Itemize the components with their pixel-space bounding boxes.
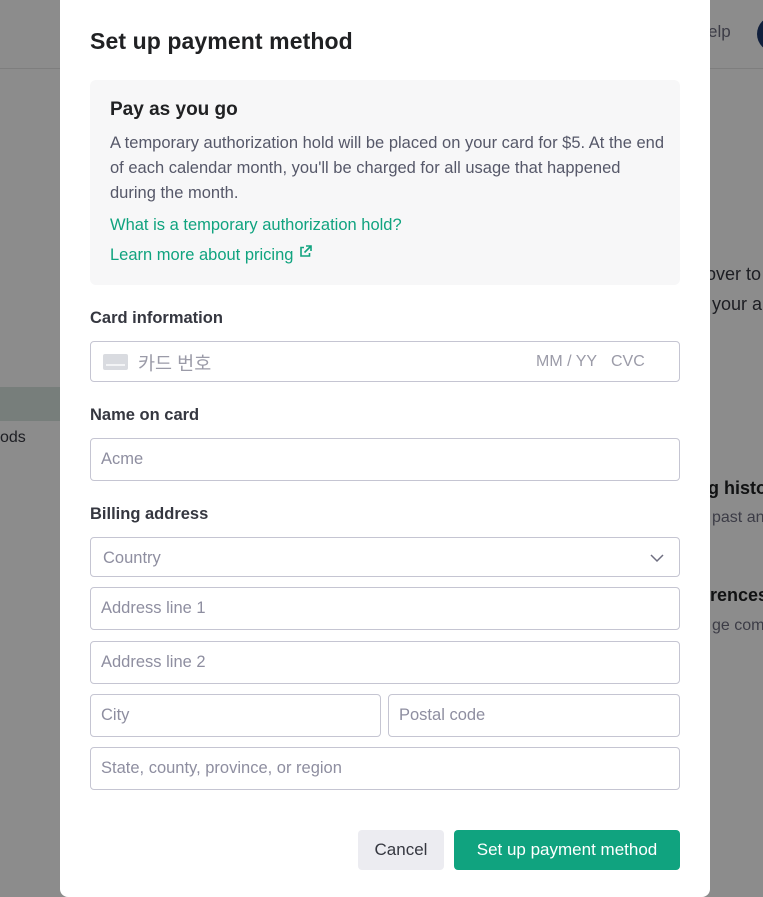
billing-address-label: Billing address (90, 505, 209, 523)
country-select[interactable]: Country (90, 537, 680, 577)
info-title: Pay as you go (110, 99, 238, 120)
card-expiry-placeholder[interactable]: MM / YY (536, 353, 597, 371)
address-line-2-input[interactable]: Address line 2 (90, 641, 680, 684)
postal-code-input[interactable]: Postal code (388, 694, 680, 737)
chevron-down-icon (649, 550, 665, 571)
external-link-icon (299, 244, 313, 263)
address-line-1-input[interactable]: Address line 1 (90, 587, 680, 630)
card-info-label: Card information (90, 309, 223, 327)
pricing-link[interactable]: Learn more about pricing (110, 244, 313, 265)
country-placeholder: Country (103, 549, 161, 567)
pricing-link-label: Learn more about pricing (110, 246, 294, 264)
info-body: A temporary authorization hold will be p… (110, 134, 664, 202)
pay-as-you-go-box: Pay as you go A temporary authorization … (90, 80, 680, 285)
set-up-payment-method-button[interactable]: Set up payment method (454, 830, 680, 870)
name-on-card-label: Name on card (90, 406, 200, 424)
payment-modal: Set up payment method Pay as you go A te… (60, 0, 710, 897)
authorization-hold-link[interactable]: What is a temporary authorization hold? (110, 216, 402, 235)
city-input[interactable]: City (90, 694, 381, 737)
modal-title: Set up payment method (90, 28, 353, 54)
name-on-card-placeholder: Acme (101, 450, 144, 468)
address-line-1-placeholder: Address line 1 (101, 599, 206, 617)
card-number-field[interactable]: 카드 번호 MM / YY CVC (90, 341, 680, 382)
address-line-2-placeholder: Address line 2 (101, 653, 206, 671)
card-number-placeholder: 카드 번호 (138, 353, 212, 374)
state-input[interactable]: State, county, province, or region (90, 747, 680, 790)
card-cvc-placeholder[interactable]: CVC (611, 353, 645, 371)
cancel-button[interactable]: Cancel (358, 830, 444, 870)
name-on-card-input[interactable]: Acme (90, 438, 680, 481)
credit-card-icon (103, 354, 128, 370)
postal-code-placeholder: Postal code (399, 706, 486, 724)
city-placeholder: City (101, 706, 130, 724)
state-placeholder: State, county, province, or region (101, 759, 342, 777)
